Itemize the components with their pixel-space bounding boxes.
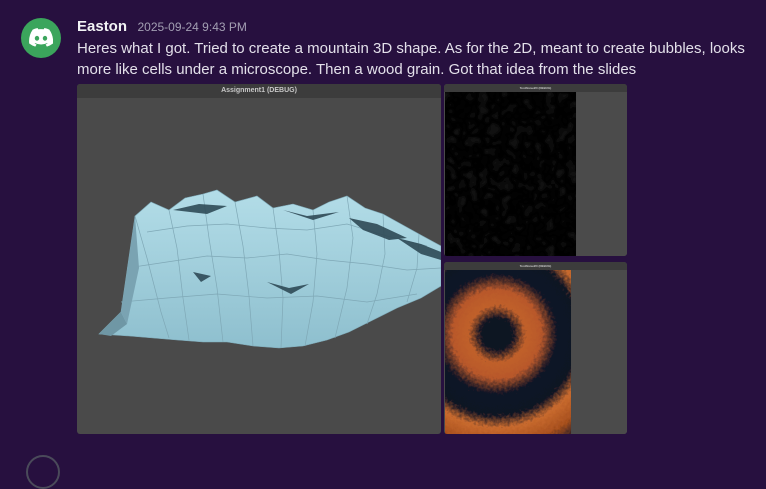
message-timestamp[interactable]: 2025-09-24 9:43 PM bbox=[137, 20, 246, 34]
wood-grain-render bbox=[445, 270, 571, 434]
author-name[interactable]: Easton bbox=[77, 18, 127, 35]
window-title: TestNoise2D (DEBUG) bbox=[444, 262, 627, 270]
attachment-wood-grain-screenshot[interactable]: TestNoise2D (DEBUG) bbox=[444, 262, 627, 434]
attachment-bubble-noise-screenshot[interactable]: TestNoise2D (DEBUG) bbox=[444, 84, 627, 256]
window-title: TestNoise2D (DEBUG) bbox=[444, 84, 627, 92]
discord-logo-icon bbox=[29, 28, 53, 47]
user-avatar[interactable] bbox=[21, 18, 61, 58]
attachment-mountain-screenshot[interactable]: Assignment1 (DEBUG) bbox=[77, 84, 441, 434]
message-content: Heres what I got. Tried to create a moun… bbox=[77, 40, 745, 78]
mountain-render bbox=[98, 189, 441, 349]
window-gray-area bbox=[572, 270, 627, 434]
chat-message: Easton 2025-09-24 9:43 PM Heres what I g… bbox=[0, 0, 766, 460]
attachment-footer-mark bbox=[80, 431, 112, 434]
window-title: Assignment1 (DEBUG) bbox=[77, 84, 441, 98]
bubble-noise-render bbox=[445, 92, 576, 256]
window-gray-area bbox=[577, 92, 627, 256]
message-header: Easton 2025-09-24 9:43 PM bbox=[77, 18, 247, 38]
next-message-avatar[interactable] bbox=[26, 455, 60, 489]
